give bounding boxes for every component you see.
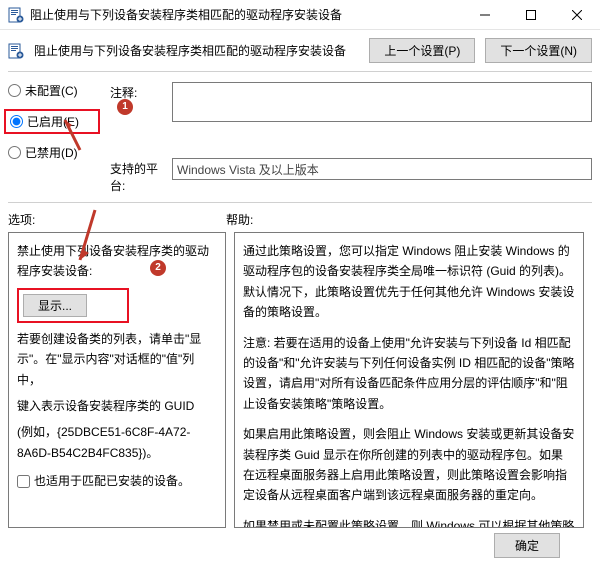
toolbar: 阻止使用与下列设备安装程序类相匹配的驱动程序安装设备 上一个设置(P) 下一个设… (0, 30, 600, 71)
window-controls (462, 0, 600, 29)
radio-disabled[interactable]: 已禁用(D) (8, 144, 94, 161)
comment-label: 注释: (110, 82, 166, 101)
highlight-enabled: 已启用(E) (4, 109, 100, 134)
minimize-button[interactable] (462, 0, 508, 29)
radio-group: 未配置(C) 已启用(E) 已禁用(D) (8, 80, 94, 161)
window-title: 阻止使用与下列设备安装程序类相匹配的驱动程序安装设备 (30, 6, 462, 23)
pane-labels: 选项: 帮助: (0, 203, 600, 232)
radio-enabled-input[interactable] (10, 115, 23, 128)
show-button[interactable]: 显示... (23, 294, 87, 317)
policy-doc-icon (8, 43, 24, 59)
options-heading: 禁止使用下列设备安装程序类的驱动程序安装设备: (17, 241, 217, 282)
policy-title: 阻止使用与下列设备安装程序类相匹配的驱动程序安装设备 (34, 42, 359, 59)
help-p2: 注意: 若要在适用的设备上使用"允许安装与下列设备 Id 相匹配的设备"和"允许… (243, 333, 575, 415)
radio-not-configured-label: 未配置(C) (25, 82, 78, 99)
platform-row: 支持的平台: Windows Vista 及以上版本 (110, 158, 592, 194)
platform-value: Windows Vista 及以上版本 (172, 158, 592, 180)
radio-not-configured-input[interactable] (8, 84, 21, 97)
close-button[interactable] (554, 0, 600, 29)
titlebar: 阻止使用与下列设备安装程序类相匹配的驱动程序安装设备 (0, 0, 600, 30)
options-hint-1: 若要创建设备类的列表，请单击"显示"。在"显示内容"对话框的"值"列中， (17, 329, 217, 390)
apply-installed-checkbox[interactable] (17, 475, 30, 488)
radio-not-configured[interactable]: 未配置(C) (8, 82, 94, 99)
highlight-show: 显示... (17, 288, 129, 323)
help-pane: 通过此策略设置，您可以指定 Windows 阻止安装 Windows 的驱动程序… (234, 232, 584, 528)
options-pane: 禁止使用下列设备安装程序类的驱动程序安装设备: 显示... 若要创建设备类的列表… (8, 232, 226, 528)
configuration-row: 未配置(C) 已启用(E) 已禁用(D) 注释: 支持的平台: Windows … (0, 72, 600, 202)
options-hint-3: (例如，{25DBCE51-6C8F-4A72-8A6D-B54C2B4FC83… (17, 422, 217, 463)
radio-disabled-label: 已禁用(D) (25, 144, 78, 161)
comment-input[interactable] (172, 82, 592, 122)
prev-setting-button[interactable]: 上一个设置(P) (369, 38, 475, 63)
help-p4: 如果禁用或未配置此策略设置，则 Windows 可以根据其他策略设置允许或阻止安… (243, 516, 575, 528)
radio-enabled[interactable]: 已启用(E) (10, 113, 94, 130)
maximize-button[interactable] (508, 0, 554, 29)
panes: 禁止使用下列设备安装程序类的驱动程序安装设备: 显示... 若要创建设备类的列表… (0, 232, 600, 528)
help-p3: 如果启用此策略设置，则会阻止 Windows 安装或更新其设备安装程序类 Gui… (243, 424, 575, 506)
help-label: 帮助: (226, 211, 444, 228)
apply-installed-label: 也适用于匹配已安装的设备。 (34, 471, 190, 491)
options-hint-2: 键入表示设备安装程序类的 GUID (17, 396, 217, 416)
policy-doc-icon (8, 7, 24, 23)
apply-installed-checkbox-row[interactable]: 也适用于匹配已安装的设备。 (17, 471, 217, 491)
platform-label: 支持的平台: (110, 158, 166, 194)
annotation-marker-1: 1 (117, 99, 133, 115)
ok-button[interactable]: 确定 (494, 533, 560, 558)
radio-enabled-label: 已启用(E) (27, 113, 79, 130)
meta-column: 注释: 支持的平台: Windows Vista 及以上版本 (110, 80, 592, 194)
footer: 确定 (494, 533, 560, 558)
annotation-marker-2: 2 (150, 260, 166, 276)
next-setting-button[interactable]: 下一个设置(N) (485, 38, 592, 63)
radio-disabled-input[interactable] (8, 146, 21, 159)
options-label: 选项: (8, 211, 226, 228)
help-p1: 通过此策略设置，您可以指定 Windows 阻止安装 Windows 的驱动程序… (243, 241, 575, 323)
comment-row: 注释: (110, 82, 592, 122)
